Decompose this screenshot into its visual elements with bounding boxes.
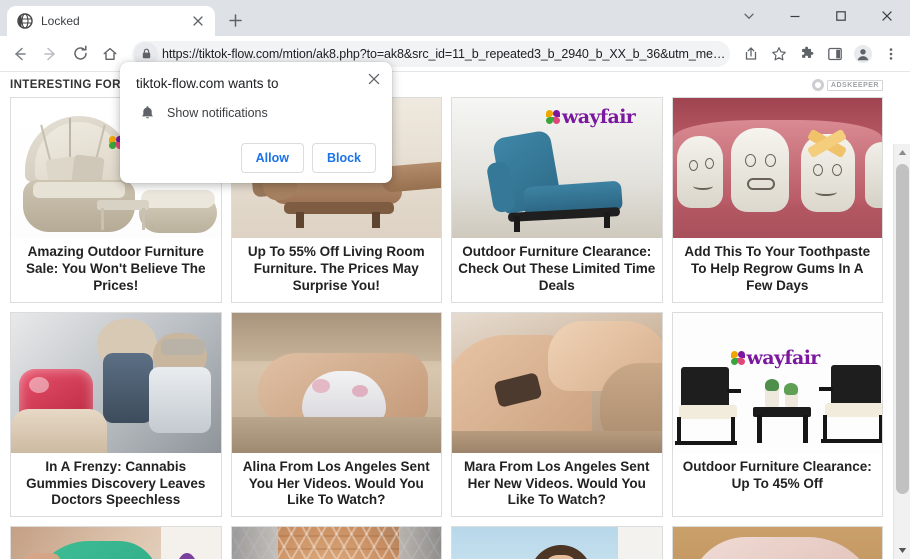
adskeeper-circle-icon <box>811 79 824 91</box>
wayfair-logo: wayfair <box>730 347 820 369</box>
ad-image-honeycomb-texture[interactable] <box>231 527 441 559</box>
ad-grid-row-3 <box>10 526 883 559</box>
extensions-puzzle-icon[interactable] <box>794 41 820 67</box>
notification-permission-dialog: tiktok-flow.com wants to Show notificati… <box>120 62 392 183</box>
ad-image-gummy-doctors[interactable] <box>11 312 221 453</box>
ad-image-woman-green-shirt[interactable] <box>11 527 221 559</box>
ad-grid-row-2: In A Frenzy: Cannabis Gummies Discovery … <box>10 311 883 518</box>
ad-card[interactable] <box>451 526 663 559</box>
tab-search-button[interactable] <box>726 0 772 32</box>
ad-card[interactable]: wayfair Outdoor Furniture Clearance: Che… <box>451 97 663 303</box>
ad-image-black-patio-set[interactable]: wayfair <box>672 312 882 453</box>
window-controls <box>726 0 910 32</box>
bell-icon <box>140 105 155 121</box>
ad-card-title[interactable]: Up To 55% Off Living Room Furniture. The… <box>232 238 442 302</box>
ad-card-title[interactable]: Alina From Los Angeles Sent You Her Vide… <box>232 453 442 517</box>
ad-image-alina[interactable] <box>231 312 441 453</box>
adskeeper-badge[interactable]: ADSKEEPER <box>811 79 883 91</box>
ad-image-woman-palm-trees[interactable] <box>452 527 662 559</box>
ad-card[interactable]: wayfair Outdoor Furniture Clearance: Up … <box>671 311 883 518</box>
dialog-close-icon[interactable] <box>364 69 384 89</box>
dialog-actions: Allow Block <box>136 143 376 173</box>
url-text: https://tiktok-flow.com/mtion/ak8.php?to… <box>162 46 726 61</box>
new-tab-button[interactable] <box>221 6 249 34</box>
scrollbar-thumb[interactable] <box>896 164 909 494</box>
wayfair-logo: wayfair <box>546 106 636 128</box>
globe-icon <box>17 13 33 29</box>
share-icon[interactable] <box>738 41 764 67</box>
adskeeper-label: ADSKEEPER <box>826 79 883 91</box>
page-scrollbar[interactable] <box>893 144 910 559</box>
tab-strip: Locked <box>0 0 249 36</box>
ad-card-title[interactable]: Outdoor Furniture Clearance: Check Out T… <box>452 238 662 302</box>
scroll-down-arrow-icon[interactable] <box>894 542 910 559</box>
ad-card[interactable]: In A Frenzy: Cannabis Gummies Discovery … <box>10 311 222 518</box>
ad-image-raw-meat[interactable] <box>672 527 882 559</box>
allow-button[interactable]: Allow <box>240 143 304 173</box>
ad-image-mara[interactable] <box>452 312 662 453</box>
ad-card-title[interactable]: Mara From Los Angeles Sent Her New Video… <box>452 453 662 517</box>
scroll-up-arrow-icon[interactable] <box>894 144 910 161</box>
browser-window: Locked https://tiktok-flow.com/mtion/ak8… <box>0 0 910 559</box>
tab-close-icon[interactable] <box>189 12 207 30</box>
side-panel-icon[interactable] <box>822 41 848 67</box>
ad-image-cartoon-teeth[interactable] <box>672 98 882 238</box>
ad-card-title[interactable]: Add This To Your Toothpaste To Help Regr… <box>673 238 883 302</box>
maximize-button[interactable] <box>818 0 864 32</box>
tab-title: Locked <box>41 14 80 28</box>
bookmark-star-icon[interactable] <box>766 41 792 67</box>
block-button[interactable]: Block <box>311 143 376 173</box>
minimize-button[interactable] <box>772 0 818 32</box>
more-menu-icon[interactable] <box>878 41 904 67</box>
title-bar: Locked <box>0 0 910 36</box>
browser-tab[interactable]: Locked <box>7 6 215 36</box>
reload-button[interactable] <box>66 40 94 68</box>
ad-card[interactable] <box>230 526 442 559</box>
ad-card-title[interactable]: Outdoor Furniture Clearance: Up To 45% O… <box>673 453 883 500</box>
permission-row: Show notifications <box>136 105 376 121</box>
ad-card[interactable]: Add This To Your Toothpaste To Help Regr… <box>671 97 883 303</box>
profile-avatar-icon[interactable] <box>850 41 876 67</box>
ad-card[interactable] <box>10 526 222 559</box>
ad-card-title[interactable]: Amazing Outdoor Furniture Sale: You Won'… <box>11 238 221 302</box>
ad-card[interactable]: Alina From Los Angeles Sent You Her Vide… <box>230 311 442 518</box>
ad-image-teal-recliner[interactable]: wayfair <box>452 98 662 238</box>
forward-button[interactable] <box>36 40 64 68</box>
close-button[interactable] <box>864 0 910 32</box>
widget-heading: INTERESTING FOR <box>10 79 121 91</box>
permission-label: Show notifications <box>167 106 268 120</box>
ad-card-title[interactable]: In A Frenzy: Cannabis Gummies Discovery … <box>11 453 221 517</box>
back-button[interactable] <box>6 40 34 68</box>
ad-card[interactable] <box>671 526 883 559</box>
home-button[interactable] <box>96 40 124 68</box>
dialog-title: tiktok-flow.com wants to <box>136 76 279 91</box>
ad-card[interactable]: Mara From Los Angeles Sent Her New Video… <box>451 311 663 518</box>
